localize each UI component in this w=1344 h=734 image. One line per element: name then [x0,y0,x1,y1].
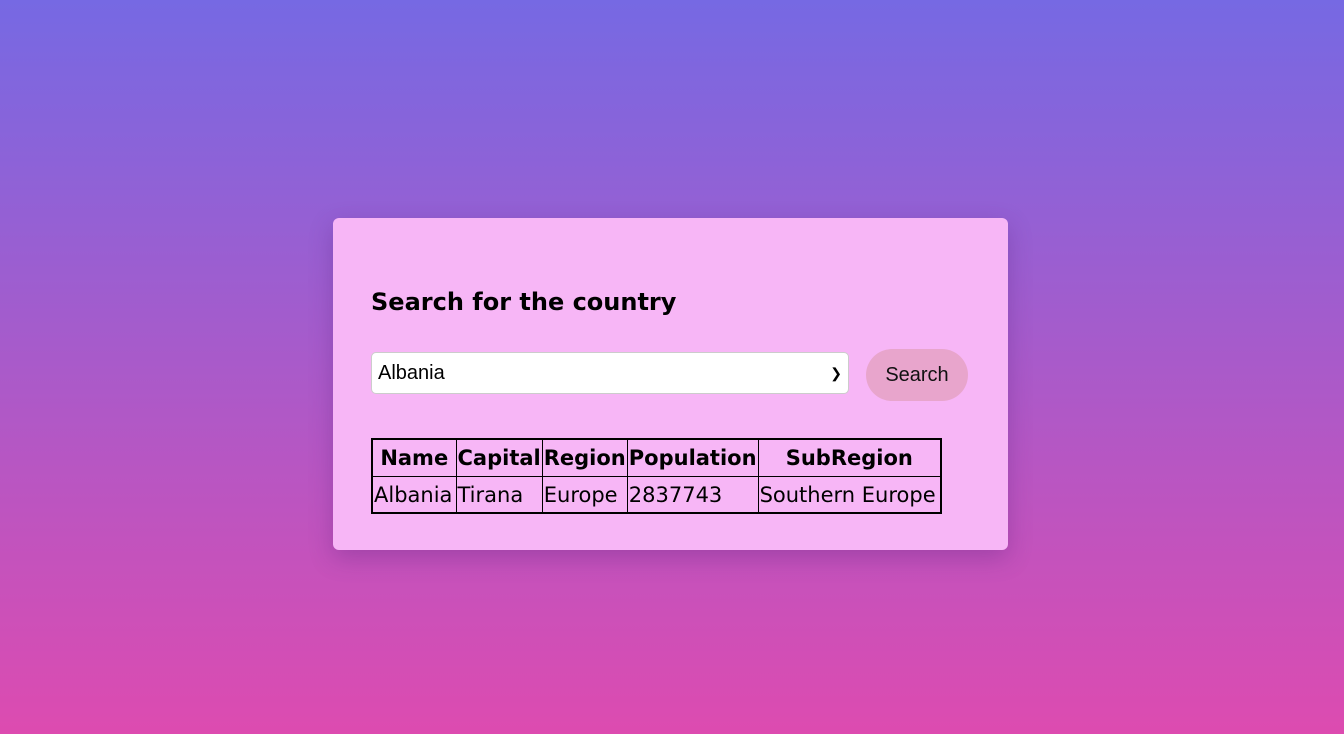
cell-subregion: Southern Europe [757,476,942,514]
cell-population: 2837743 [626,476,759,514]
header-capital: Capital [455,438,543,477]
cell-name: Albania [371,476,457,514]
selected-country: Albania [378,362,445,384]
search-button[interactable]: Search [866,349,968,401]
country-select[interactable]: Albania ❯ [371,352,849,394]
header-region: Region [541,438,628,477]
table-header-row: Name Capital Region Population SubRegion [371,438,942,477]
cell-region: Europe [541,476,628,514]
header-name: Name [371,438,457,477]
cell-capital: Tirana [455,476,543,514]
header-subregion: SubRegion [757,438,942,477]
chevron-down-icon: ❯ [830,365,842,381]
country-table: Name Capital Region Population SubRegion… [371,438,943,514]
header-population: Population [626,438,759,477]
search-card: Search for the country Albania ❯ Search N… [333,218,1008,550]
page-title: Search for the country [371,288,677,316]
table-row: Albania Tirana Europe 2837743 Southern E… [371,476,942,514]
